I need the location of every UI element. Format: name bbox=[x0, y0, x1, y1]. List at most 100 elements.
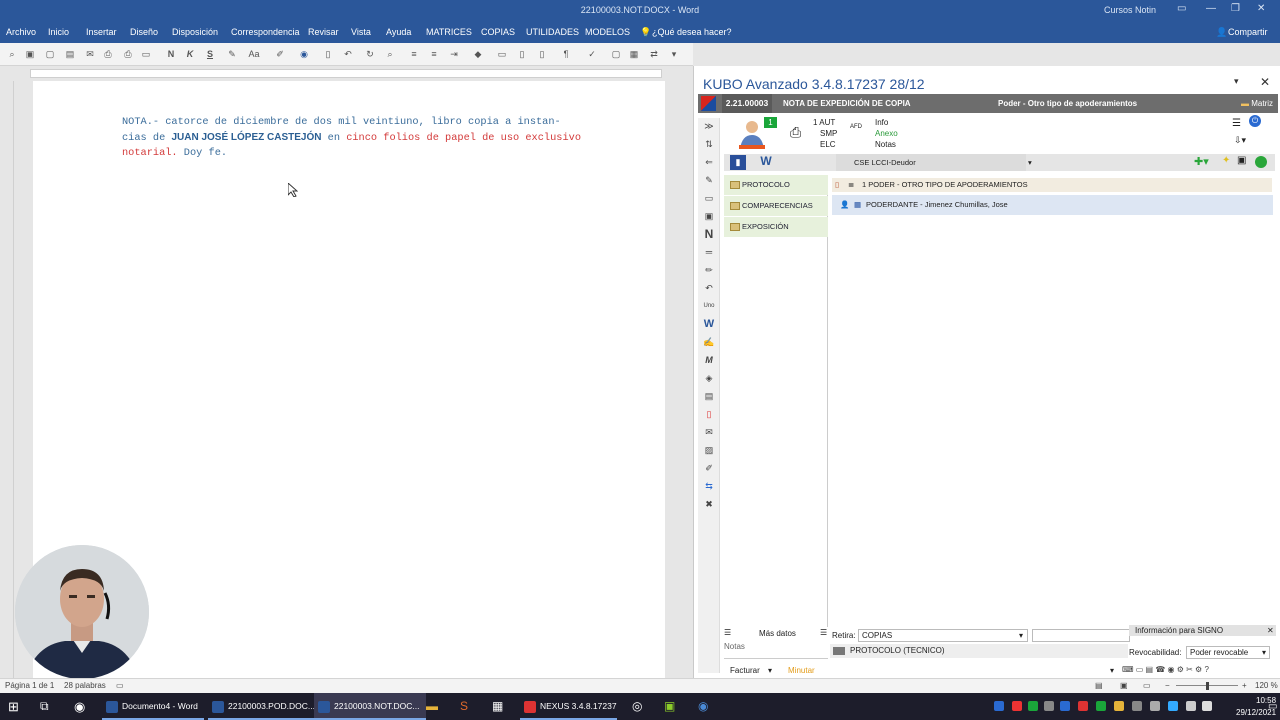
windows-start-icon[interactable]: ⊞ bbox=[8, 693, 19, 720]
customize-icon[interactable]: ▾ bbox=[668, 48, 680, 60]
italic-icon[interactable]: K bbox=[184, 48, 196, 60]
zoom-slider-thumb[interactable] bbox=[1206, 682, 1209, 690]
tree-row-poder[interactable]: ▯ ≣ 1 PODER - OTRO TIPO DE APODERAMIENTO… bbox=[832, 178, 1272, 192]
ribbon-options-icon[interactable]: ▭ bbox=[1177, 3, 1186, 14]
pilcrow-icon[interactable]: ¶ bbox=[560, 48, 572, 60]
tab-modelos[interactable]: MODELOS bbox=[585, 27, 630, 37]
indent-icon[interactable]: ⇥ bbox=[448, 48, 460, 60]
document-text[interactable]: NOTA.- catorce de diciembre de dos mil v… bbox=[122, 115, 582, 162]
power-icon[interactable]: ⏻ bbox=[1249, 115, 1261, 127]
bluetooth-icon[interactable] bbox=[1060, 701, 1070, 711]
document-combo[interactable]: CSE LCCI-Deudor ▾ bbox=[836, 154, 1032, 171]
task-not-doc[interactable]: 22100003.NOT.DOC... bbox=[314, 693, 426, 720]
maximize-icon[interactable]: ❐ bbox=[1231, 3, 1240, 14]
edit-doc-icon[interactable]: ✎ bbox=[702, 174, 716, 187]
tab-revisar[interactable]: Revisar bbox=[308, 27, 339, 37]
layout-icon[interactable]: ▭ bbox=[496, 48, 508, 60]
nexus-icon[interactable]: ✖ bbox=[702, 498, 716, 511]
menu-lines-icon[interactable]: ☰ bbox=[724, 628, 731, 637]
disk-icon[interactable]: ▣ bbox=[702, 210, 716, 223]
app-s-icon[interactable]: S bbox=[460, 693, 468, 720]
zoom-out-icon[interactable]: − bbox=[1165, 681, 1170, 690]
afd-label[interactable]: AFD bbox=[850, 124, 862, 130]
tab-correspondencia[interactable]: Correspondencia bbox=[231, 27, 300, 37]
nav-exposicion[interactable]: EXPOSICIÓN bbox=[724, 217, 828, 237]
link-icon[interactable]: ⇐ bbox=[702, 156, 716, 169]
mas-datos-button[interactable]: Más datos bbox=[759, 629, 796, 638]
envelope-icon[interactable]: ✉ bbox=[702, 426, 716, 439]
font-size-icon[interactable]: Aa bbox=[248, 48, 260, 60]
tray-app-icon[interactable] bbox=[994, 701, 1004, 711]
app-icon[interactable]: ◉ bbox=[74, 693, 85, 720]
minimize-icon[interactable]: — bbox=[1206, 3, 1216, 14]
doc-icon[interactable]: ▢ bbox=[610, 48, 622, 60]
align-left-icon[interactable]: ≡ bbox=[408, 48, 420, 60]
kubo-close-icon[interactable]: ✕ bbox=[1260, 75, 1270, 89]
print-layout-icon[interactable]: ▣ bbox=[1120, 681, 1128, 690]
tab-vista[interactable]: Vista bbox=[351, 27, 371, 37]
tab-matrices[interactable]: MATRICES bbox=[426, 27, 472, 37]
two-pages-icon[interactable]: ▯ bbox=[536, 48, 548, 60]
add-icon[interactable]: ✚▾ bbox=[1194, 155, 1209, 168]
aut-label[interactable]: 1 AUT bbox=[813, 118, 835, 127]
matriz-button[interactable]: ▬ Matriz bbox=[1241, 99, 1273, 108]
tray-app-icon[interactable] bbox=[1114, 701, 1124, 711]
tray-app-icon[interactable] bbox=[1012, 701, 1022, 711]
volume-icon[interactable] bbox=[1186, 701, 1196, 711]
calculator-icon[interactable]: ▦ bbox=[492, 693, 503, 720]
zoom-level[interactable]: 120 % bbox=[1255, 681, 1278, 690]
tools-icon[interactable]: ✓ bbox=[586, 48, 598, 60]
chevron-down-icon[interactable]: ▾ bbox=[1110, 666, 1114, 675]
save-icon[interactable]: ▣ bbox=[1237, 155, 1246, 166]
read-mode-icon[interactable]: ▤ bbox=[1095, 681, 1103, 690]
expand-icon[interactable]: ≫ bbox=[702, 120, 716, 133]
tray-app-icon[interactable] bbox=[1078, 701, 1088, 711]
share-icon[interactable]: ⇆ bbox=[702, 480, 716, 493]
word-icon[interactable]: W bbox=[702, 318, 716, 331]
user-name[interactable]: Cursos Notin bbox=[1104, 5, 1156, 15]
share-icon[interactable]: 👤 bbox=[1216, 27, 1227, 38]
close-icon[interactable]: ✕ bbox=[1267, 625, 1274, 636]
folder-icon[interactable]: ▬ bbox=[426, 693, 438, 720]
retira-extra-field[interactable] bbox=[1032, 629, 1130, 642]
close-icon[interactable]: ✕ bbox=[1257, 3, 1265, 14]
normal-icon[interactable]: N bbox=[702, 228, 716, 241]
nav-comparecencias[interactable]: COMPARECENCIAS bbox=[724, 196, 828, 216]
tray-app-icon[interactable] bbox=[1044, 701, 1054, 711]
tab-copias[interactable]: COPIAS bbox=[481, 27, 515, 37]
browser-icon[interactable]: ◉ bbox=[698, 693, 708, 720]
bulb-icon[interactable]: ✦ bbox=[1222, 155, 1230, 166]
app-green-icon[interactable]: ▣ bbox=[664, 693, 675, 720]
menu-lines-icon[interactable]: ☰ bbox=[820, 628, 827, 637]
equals-icon[interactable]: ═ bbox=[702, 246, 716, 259]
smp-label[interactable]: SMP bbox=[820, 129, 837, 138]
folder-open-icon[interactable]: ▭ bbox=[702, 192, 716, 205]
macro-icon[interactable]: M bbox=[702, 354, 716, 367]
underline-icon[interactable]: S bbox=[204, 48, 216, 60]
list-icon[interactable]: ☰ bbox=[1232, 118, 1241, 129]
bottom-tools-icons[interactable]: ⌨ ▭ ▤ ☎ ◉ ⚙ ✂ ⚙ ? bbox=[1122, 665, 1209, 674]
export-icon[interactable]: ⇩▾ bbox=[1234, 135, 1246, 146]
network-icon[interactable] bbox=[1150, 701, 1160, 711]
person-icon[interactable] bbox=[739, 119, 765, 149]
vertical-ruler[interactable] bbox=[0, 81, 14, 678]
zoom-in-icon[interactable]: + bbox=[1242, 681, 1247, 690]
word-tab-icon[interactable]: W bbox=[756, 154, 776, 171]
undo-icon[interactable]: ↶ bbox=[702, 282, 716, 295]
page-count[interactable]: Página 1 de 1 bbox=[5, 681, 54, 690]
pencil-icon[interactable]: ✏ bbox=[702, 264, 716, 277]
info-link[interactable]: Info bbox=[875, 118, 888, 127]
elc-label[interactable]: ELC bbox=[820, 140, 836, 149]
task-view-icon[interactable]: ⧉ bbox=[40, 693, 49, 720]
tray-app-icon[interactable] bbox=[1028, 701, 1038, 711]
replace-icon[interactable]: ⇄ bbox=[648, 48, 660, 60]
new-doc-icon[interactable]: ▢ bbox=[44, 48, 56, 60]
tab-disposicion[interactable]: Disposición bbox=[172, 27, 218, 37]
paste-icon[interactable]: ▯ bbox=[322, 48, 334, 60]
retira-select[interactable]: COPIAS ▾ bbox=[858, 629, 1028, 642]
web-layout-icon[interactable]: ▭ bbox=[1143, 681, 1151, 690]
search-icon[interactable]: ⌕ bbox=[6, 48, 18, 60]
notas-link[interactable]: Notas bbox=[875, 140, 896, 149]
align-center-icon[interactable]: ≡ bbox=[428, 48, 440, 60]
chevron-down-icon[interactable]: ▾ bbox=[768, 666, 772, 675]
